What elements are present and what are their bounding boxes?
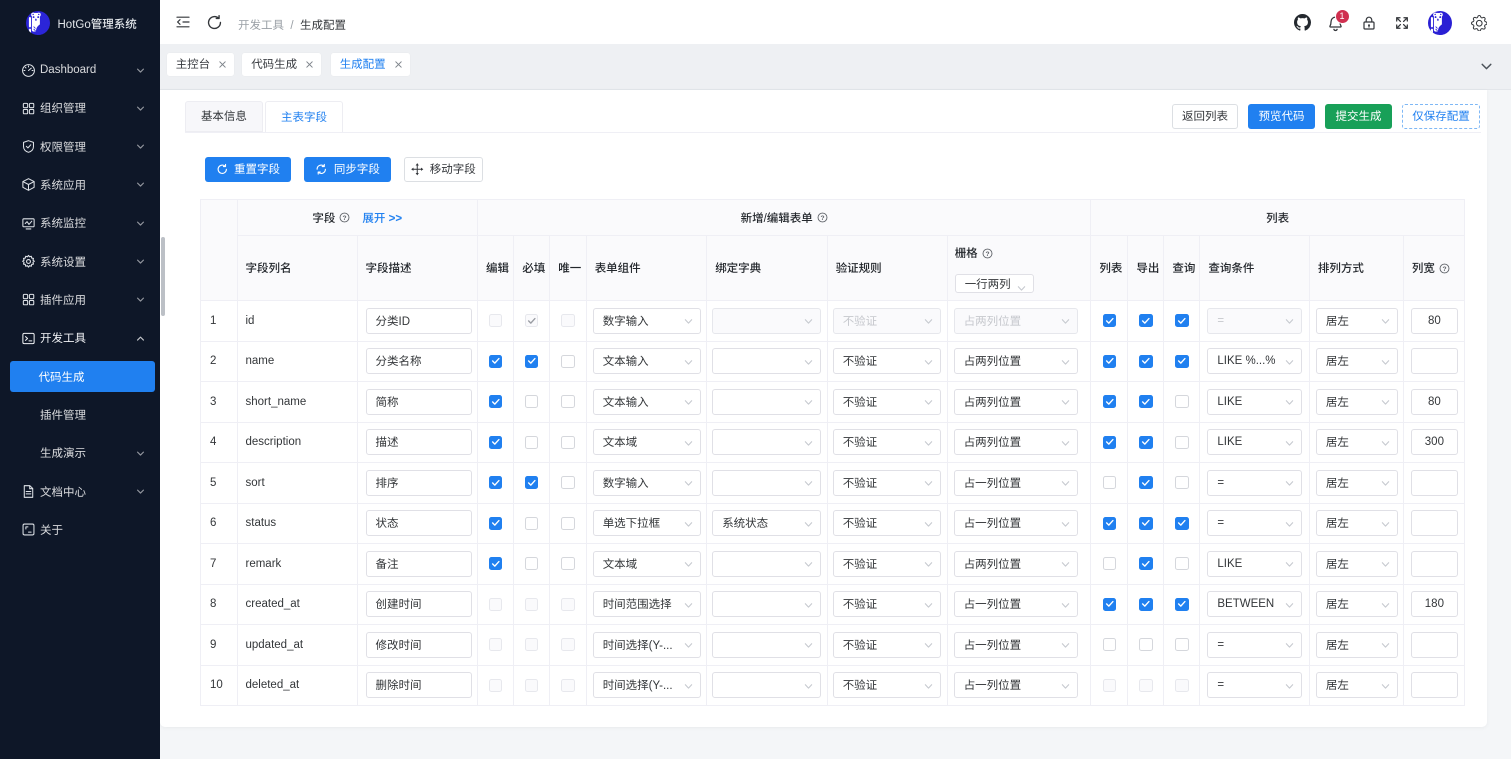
- svg-text:?: ?: [985, 250, 989, 257]
- svg-text:?: ?: [1442, 265, 1446, 272]
- svg-text:?: ?: [343, 215, 347, 222]
- svg-text:?: ?: [820, 215, 824, 222]
